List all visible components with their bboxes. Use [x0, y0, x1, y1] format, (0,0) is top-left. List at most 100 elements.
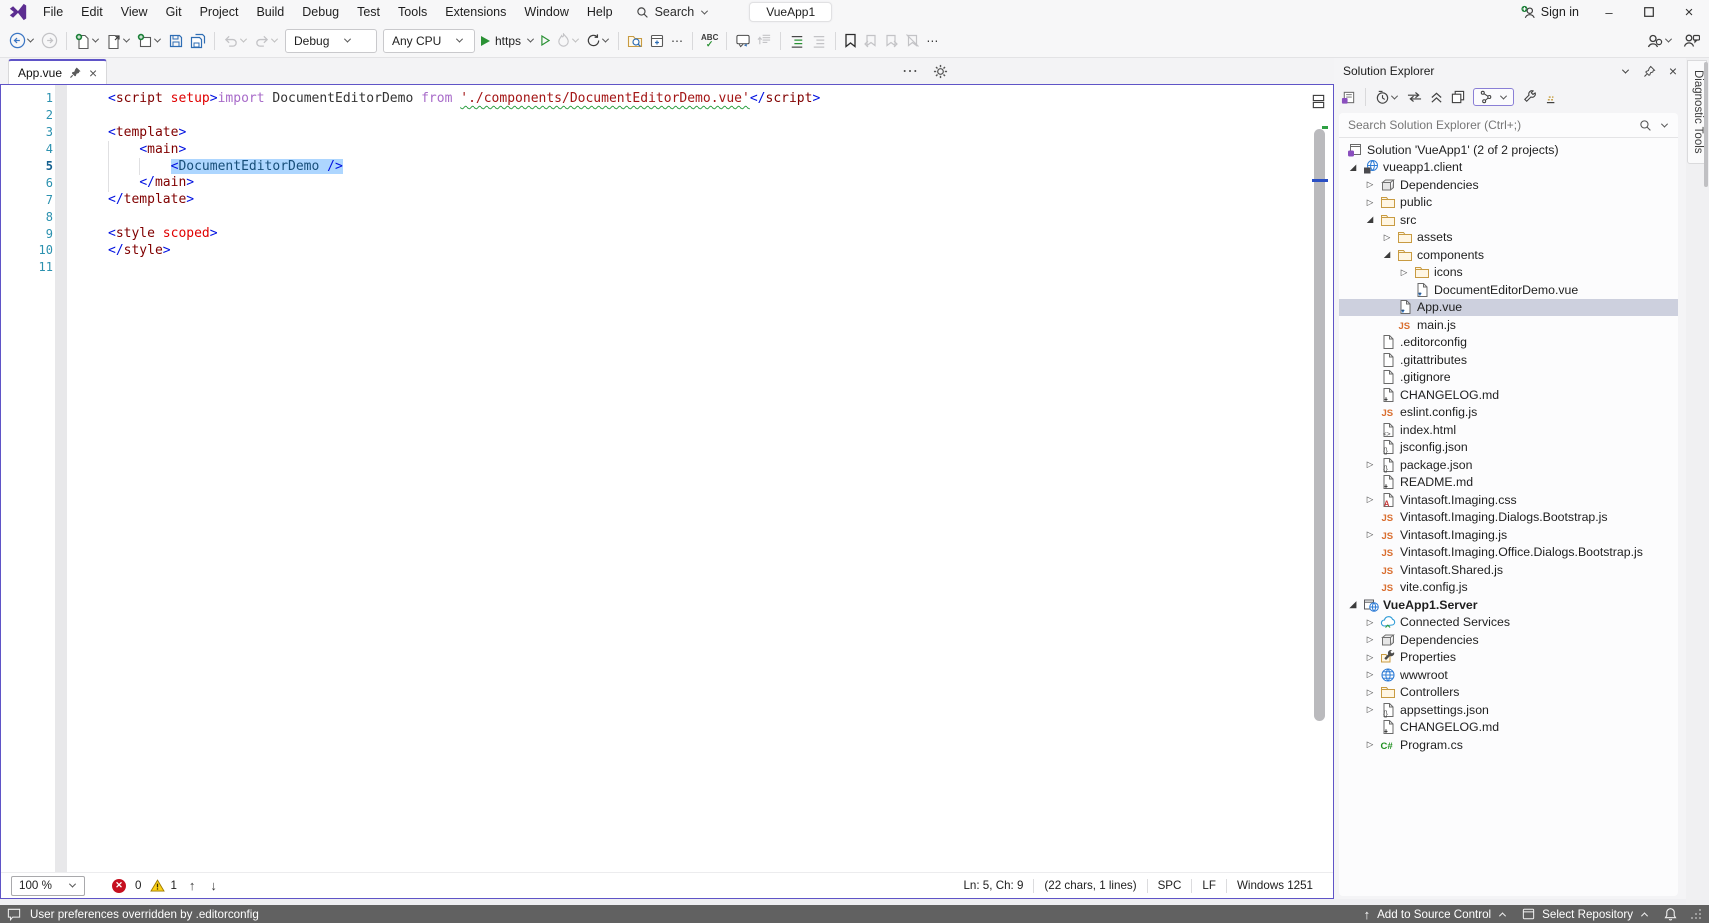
code-line-2[interactable]: 2	[1, 107, 1333, 124]
expanded-arrow-icon[interactable]: ◢	[1362, 214, 1378, 225]
spell-checker-button[interactable]: ABC ✓	[698, 28, 721, 54]
properties-button[interactable]	[1451, 90, 1465, 104]
tree-item-controllers[interactable]: ▷Controllers	[1339, 684, 1678, 702]
collapsed-arrow-icon[interactable]: ▷	[1362, 494, 1378, 505]
collapsed-arrow-icon[interactable]: ▷	[1362, 459, 1378, 470]
collapsed-arrow-icon[interactable]: ▷	[1396, 267, 1412, 278]
tree-item-properties[interactable]: ▷Properties	[1339, 649, 1678, 667]
tree-item-vueapp1.client[interactable]: ◢vueapp1.client	[1339, 159, 1678, 177]
tree-item-package.json[interactable]: ▷{}package.json	[1339, 456, 1678, 474]
code-line-1[interactable]: 1<script setup>import DocumentEditorDemo…	[1, 90, 1333, 107]
menu-item-window[interactable]: Window	[515, 0, 577, 24]
next-issue-button[interactable]: ↓	[207, 878, 220, 893]
close-window-button[interactable]: ×	[1669, 0, 1709, 24]
panel-menu-chevron-icon[interactable]	[1622, 66, 1629, 73]
toolbar-overflow-button[interactable]: ⋯	[668, 28, 687, 54]
tree-item-solution-vueapp1-2-of-2-projects-[interactable]: Solution 'VueApp1' (2 of 2 projects)	[1339, 141, 1678, 159]
menu-item-extensions[interactable]: Extensions	[436, 0, 515, 24]
tree-item-app.vue[interactable]: App.vue	[1339, 299, 1678, 317]
close-panel-icon[interactable]: ×	[1669, 65, 1677, 77]
tree-item-vite.config.js[interactable]: JSvite.config.js	[1339, 579, 1678, 597]
menu-item-build[interactable]: Build	[247, 0, 293, 24]
scrollbar-thumb[interactable]	[1314, 129, 1325, 721]
tree-item-jsconfig.json[interactable]: {}jsconfig.json	[1339, 439, 1678, 457]
sync-with-active-document-button[interactable]	[1407, 91, 1422, 103]
tree-item-vueapp1.server[interactable]: ◢VueApp1.Server	[1339, 596, 1678, 614]
expanded-arrow-icon[interactable]: ◢	[1345, 599, 1361, 610]
toggle-comment-button[interactable]	[732, 28, 754, 54]
code-editor[interactable]: 1<script setup>import DocumentEditorDemo…	[1, 85, 1333, 872]
collapsed-arrow-icon[interactable]: ▷	[1362, 197, 1378, 208]
collapsed-arrow-icon[interactable]: ▷	[1362, 179, 1378, 190]
find-in-files-button[interactable]	[624, 28, 646, 54]
add-to-source-control-button[interactable]: Add to Source Control	[1377, 908, 1491, 921]
toolbar-overflow-button-2[interactable]: ⋯	[923, 28, 942, 54]
tree-item-src[interactable]: ◢src	[1339, 211, 1678, 229]
zoom-dropdown[interactable]: 100 %	[11, 876, 85, 896]
tab-app-vue[interactable]: App.vue ×	[8, 59, 107, 84]
navigate-forward-button[interactable]	[38, 28, 61, 54]
tree-item-.gitignore[interactable]: .gitignore	[1339, 369, 1678, 387]
sync-selection-toggle[interactable]	[1473, 88, 1514, 106]
tree-item-public[interactable]: ▷public	[1339, 194, 1678, 212]
collapsed-arrow-icon[interactable]: ▷	[1379, 232, 1395, 243]
editor-settings-gear-icon[interactable]	[933, 64, 948, 79]
collapsed-arrow-icon[interactable]: ▷	[1362, 652, 1378, 663]
notifications-bell-icon[interactable]	[1664, 907, 1677, 921]
tree-item-main.js[interactable]: JSmain.js	[1339, 316, 1678, 334]
tree-item-vintasoft.imaging.js[interactable]: ▷JSVintasoft.Imaging.js	[1339, 526, 1678, 544]
tree-item-appsettings.json[interactable]: ▷{}appsettings.json	[1339, 701, 1678, 719]
menu-item-git[interactable]: Git	[157, 0, 191, 24]
tree-item-vintasoft.imaging.office.dialogs.bootstrap.js[interactable]: JSVintasoft.Imaging.Office.Dialogs.Boots…	[1339, 544, 1678, 562]
warning-count[interactable]: 1	[170, 879, 176, 892]
collapsed-arrow-icon[interactable]: ▷	[1362, 687, 1378, 698]
code-line-11[interactable]: 11	[1, 259, 1333, 276]
pending-changes-filter-button[interactable]	[1375, 90, 1399, 105]
collapsed-arrow-icon[interactable]: ▷	[1362, 634, 1378, 645]
search-button[interactable]: Search	[636, 5, 710, 19]
pin-icon[interactable]	[69, 66, 82, 79]
duplicate-lines-button[interactable]	[754, 28, 775, 54]
restart-button[interactable]	[583, 28, 613, 54]
caret-position[interactable]: Ln: 5, Ch: 9	[953, 879, 1033, 892]
next-bookmark-button[interactable]	[881, 28, 902, 54]
code-line-3[interactable]: 3<template>	[1, 124, 1333, 141]
show-all-files-button[interactable]	[1545, 91, 1560, 104]
expanded-arrow-icon[interactable]: ◢	[1345, 162, 1361, 173]
menu-item-file[interactable]: File	[34, 0, 72, 24]
format-selection-button[interactable]	[808, 28, 830, 54]
tree-item-dependencies[interactable]: ▷Dependencies	[1339, 176, 1678, 194]
menu-item-edit[interactable]: Edit	[72, 0, 112, 24]
minimize-button[interactable]: –	[1589, 0, 1629, 24]
tree-item-vintasoft.imaging.css[interactable]: ▷AVintasoft.Imaging.css	[1339, 491, 1678, 509]
document-health-button[interactable]: ⋯	[902, 61, 919, 81]
open-file-button[interactable]	[103, 28, 134, 54]
whitespace-mode[interactable]: SPC	[1148, 879, 1192, 892]
code-line-9[interactable]: 9<style scoped>	[1, 225, 1333, 242]
undo-button[interactable]	[220, 28, 251, 54]
collapsed-arrow-icon[interactable]: ▷	[1362, 669, 1378, 680]
new-file-button[interactable]	[72, 28, 103, 54]
code-line-6[interactable]: 6 </main>	[1, 174, 1333, 191]
save-button[interactable]	[165, 28, 187, 54]
sign-in-button[interactable]: Sign in	[1510, 5, 1589, 20]
maximize-button[interactable]	[1629, 0, 1669, 24]
tree-item-changelog.md[interactable]: CHANGELOG.md	[1339, 719, 1678, 737]
tree-item-.editorconfig[interactable]: .editorconfig	[1339, 334, 1678, 352]
encoding[interactable]: Windows 1251	[1227, 879, 1323, 892]
tree-item-readme.md[interactable]: README.md	[1339, 474, 1678, 492]
tree-item-vintasoft.imaging.dialogs.bootstrap.js[interactable]: JSVintasoft.Imaging.Dialogs.Bootstrap.js	[1339, 509, 1678, 527]
editor-scrollbar[interactable]	[1312, 85, 1328, 872]
redo-button[interactable]	[251, 28, 282, 54]
add-item-button[interactable]	[134, 28, 165, 54]
error-count[interactable]: 0	[135, 879, 141, 892]
tree-item-vintasoft.shared.js[interactable]: JSVintasoft.Shared.js	[1339, 561, 1678, 579]
solution-search-box[interactable]: Search Solution Explorer (Ctrl+;)	[1339, 113, 1678, 138]
tree-item-components[interactable]: ◢components	[1339, 246, 1678, 264]
collapsed-arrow-icon[interactable]: ▷	[1362, 739, 1378, 750]
solution-configuration-dropdown[interactable]: Debug	[285, 29, 377, 53]
expanded-arrow-icon[interactable]: ◢	[1379, 249, 1395, 260]
tree-item-icons[interactable]: ▷icons	[1339, 264, 1678, 282]
select-repository-button[interactable]: Select Repository	[1542, 908, 1633, 921]
close-tab-icon[interactable]: ×	[89, 67, 97, 79]
